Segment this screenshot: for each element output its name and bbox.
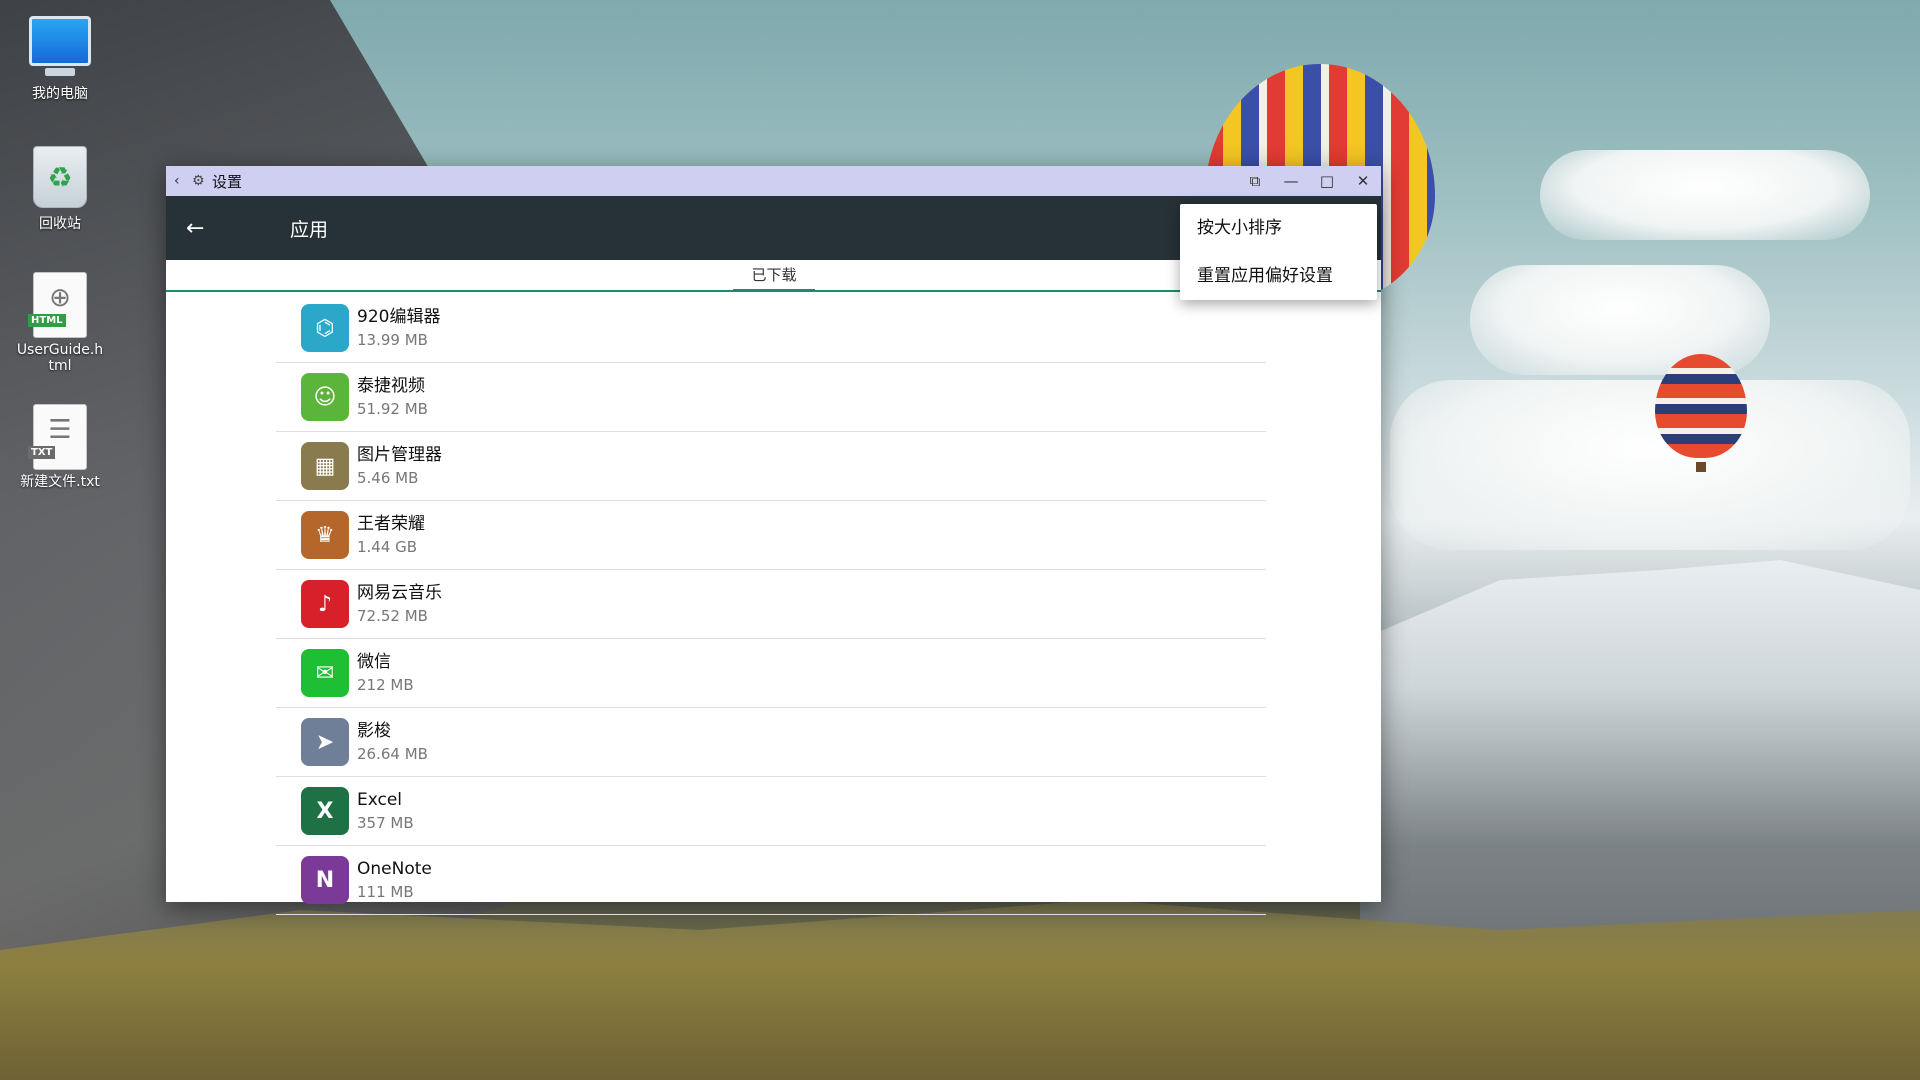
app-name: 泰捷视频 (357, 376, 425, 396)
page-title: 应用 (290, 218, 329, 241)
html-file-icon: ⊕ HTML (28, 272, 92, 338)
maximize-icon[interactable]: □ (1317, 172, 1337, 190)
wallpaper-cloud (1540, 150, 1870, 240)
menu-item-reset-app-preferences[interactable]: 重置应用偏好设置 (1180, 252, 1377, 300)
app-size: 26.64 MB (357, 745, 428, 763)
overflow-menu: 按大小排序 重置应用偏好设置 (1180, 204, 1377, 300)
desktop-icon-recycle-bin[interactable]: ♻ 回收站 (14, 146, 106, 232)
computer-icon (28, 16, 92, 80)
tab-downloaded[interactable]: 已下载 (733, 260, 815, 292)
tab-indicator (733, 289, 815, 292)
minimize-icon[interactable]: — (1281, 172, 1301, 190)
app-size: 13.99 MB (357, 331, 428, 349)
honor-of-kings-icon: ♛ (301, 511, 349, 559)
recycle-bin-icon: ♻ (28, 146, 92, 210)
desktop-icon-new-txt[interactable]: ☰ TXT 新建文件.txt (14, 404, 106, 490)
desktop-icon-my-computer[interactable]: 我的电脑 (14, 12, 106, 102)
app-size: 5.46 MB (357, 469, 419, 487)
app-name: 920编辑器 (357, 307, 441, 327)
wallpaper-cloud (1470, 265, 1770, 375)
gear-icon: ⚙ (192, 173, 205, 189)
wechat-icon: ✉ (301, 649, 349, 697)
app-size: 212 MB (357, 676, 414, 694)
screen-rotate-icon[interactable]: ⧉ (1245, 172, 1265, 190)
window-titlebar[interactable]: ‹ ⚙ 设置 ⧉ — □ ✕ (166, 166, 1381, 196)
app-name: Excel (357, 790, 403, 810)
app-size: 111 MB (357, 883, 414, 901)
app-name: 图片管理器 (357, 445, 442, 465)
app-info: 影梭 26.64 MB (357, 720, 428, 764)
netease-music-icon: ♪ (301, 580, 349, 628)
wallpaper-balloon (1655, 354, 1747, 458)
app-info: 图片管理器 5.46 MB (357, 444, 442, 488)
taijie-video-icon: ☺ (301, 373, 349, 421)
app-size: 51.92 MB (357, 400, 428, 418)
onenote-icon: N (301, 856, 349, 904)
app-list-item[interactable]: ♪ 网易云音乐 72.52 MB (276, 570, 1266, 639)
app-size: 357 MB (357, 814, 414, 832)
app-list-item[interactable]: ▦ 图片管理器 5.46 MB (276, 432, 1266, 501)
desktop-icon-label: 我的电脑 (32, 86, 88, 102)
app-info: 泰捷视频 51.92 MB (357, 375, 428, 419)
menu-item-sort-by-size[interactable]: 按大小排序 (1180, 204, 1377, 252)
app-info: 920编辑器 13.99 MB (357, 306, 440, 350)
desktop-icon-label: 新建文件.txt (20, 474, 100, 490)
close-icon[interactable]: ✕ (1353, 172, 1373, 190)
app-info: 王者荣耀 1.44 GB (357, 513, 425, 557)
app-name: OneNote (357, 859, 432, 879)
window-controls: ⧉ — □ ✕ (1245, 172, 1373, 190)
app-name: 网易云音乐 (357, 583, 442, 603)
window-title: 设置 (212, 172, 243, 191)
desktop-icon-label: 回收站 (39, 216, 81, 232)
app-size: 1.44 GB (357, 538, 418, 556)
excel-icon: X (301, 787, 349, 835)
app-name: 王者荣耀 (357, 514, 425, 534)
app-name: 影梭 (357, 721, 391, 741)
app-list-item[interactable]: N OneNote 111 MB (276, 846, 1266, 915)
app-list-item[interactable]: ✉ 微信 212 MB (276, 639, 1266, 708)
photo-manager-icon: ▦ (301, 442, 349, 490)
app-size: 72.52 MB (357, 607, 428, 625)
txt-file-icon: ☰ TXT (28, 404, 92, 470)
app-list-item[interactable]: ☺ 泰捷视频 51.92 MB (276, 363, 1266, 432)
app-info: Excel 357 MB (357, 789, 414, 833)
app-name: 微信 (357, 652, 391, 672)
wallpaper-cloud (1390, 380, 1910, 550)
app-list-item[interactable]: ♛ 王者荣耀 1.44 GB (276, 501, 1266, 570)
app-list: ⌬ 920编辑器 13.99 MB ☺ 泰捷视频 51.92 MB ▦ 图片管理器 5.46 M… (276, 294, 1266, 915)
titlebar-back-icon[interactable]: ‹ (174, 173, 192, 189)
app-list-item[interactable]: ⌬ 920编辑器 13.99 MB (276, 294, 1266, 363)
app-info: OneNote 111 MB (357, 858, 432, 902)
app-info: 微信 212 MB (357, 651, 414, 695)
app-list-item[interactable]: X Excel 357 MB (276, 777, 1266, 846)
editor-920-icon: ⌬ (301, 304, 349, 352)
app-info: 网易云音乐 72.52 MB (357, 582, 442, 626)
desktop-icon-label: UserGuide.h tml (16, 342, 104, 374)
wallpaper-balloon-basket (1696, 462, 1706, 472)
back-arrow-icon[interactable]: ← (186, 216, 216, 241)
yingsuo-icon: ➤ (301, 718, 349, 766)
desktop-icon-userguide[interactable]: ⊕ HTML UserGuide.h tml (14, 272, 106, 374)
app-list-item[interactable]: ➤ 影梭 26.64 MB (276, 708, 1266, 777)
